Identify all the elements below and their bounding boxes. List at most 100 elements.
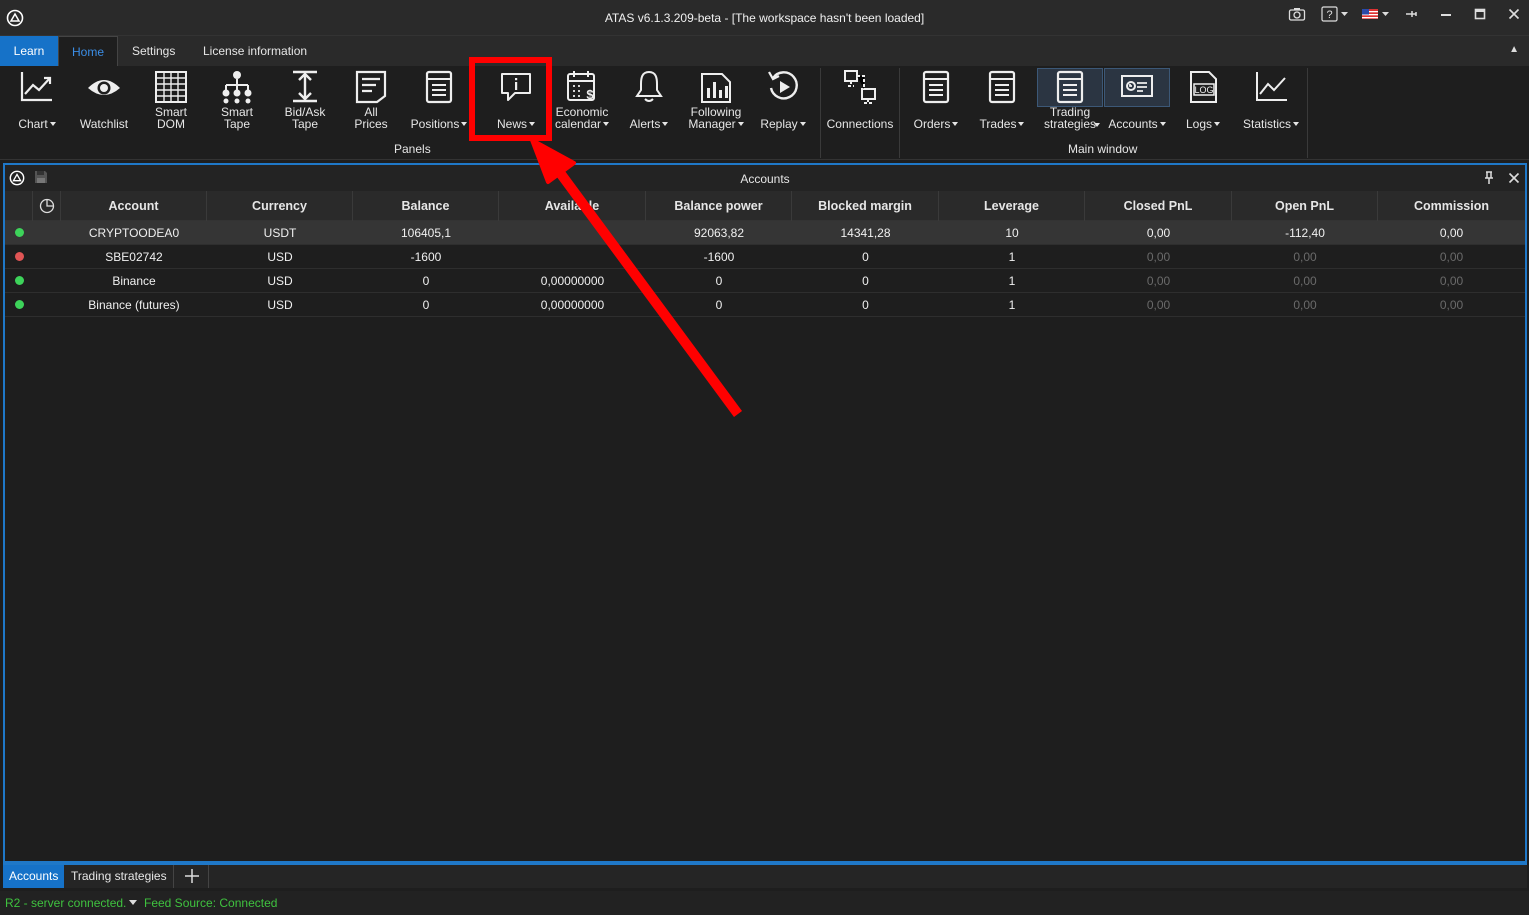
column-header-available[interactable]: Available (499, 191, 646, 221)
cell-commission: 0,00 (1439, 250, 1464, 264)
cell-account: Binance (futures) (88, 298, 180, 312)
log-icon-text: LOG (1194, 85, 1213, 95)
column-header-commission[interactable]: Commission (1378, 191, 1525, 221)
cell-account: Binance (112, 274, 156, 288)
orders-button[interactable]: Orders (908, 68, 964, 136)
strategies-list-icon (1056, 70, 1084, 104)
column-header-currency[interactable]: Currency (207, 191, 353, 221)
logs-button[interactable]: LOG Logs (1178, 68, 1228, 136)
trades-button[interactable]: Trades (974, 68, 1030, 136)
watchlist-label: Watchlist (79, 117, 129, 131)
column-header-account[interactable]: Account (61, 191, 207, 221)
table-row[interactable]: CRYPTOODEA0 USDT 106405,1 92063,82 14341,28 1… (5, 221, 1525, 245)
cell-closed-pnl: 0,00 (1146, 298, 1171, 312)
economic-calendar-button[interactable]: $ Economic calendar (548, 68, 616, 136)
cell-commission: 0,00 (1439, 226, 1464, 240)
bar-chart-document-icon (701, 73, 731, 103)
bid-ask-tape-button[interactable]: Bid/Ask Tape (278, 68, 332, 136)
cell-balance-power: 0 (715, 298, 723, 312)
cell-balance: 106405,1 (400, 226, 452, 240)
cell-balance-power: 0 (715, 274, 723, 288)
ribbon: Chart Watchlist Smart DOM Smart Tape Bid… (0, 66, 1529, 160)
all-prices-button[interactable]: All Prices (346, 68, 396, 136)
id-card-icon (1121, 75, 1153, 97)
accounts-table: Account Currency Balance Available Balan… (5, 191, 1525, 317)
strategies-dropdown-icon[interactable] (1092, 118, 1100, 132)
column-settings-icon[interactable] (33, 191, 61, 221)
chart-label: Chart (8, 118, 66, 130)
tab-accounts[interactable]: Accounts (3, 865, 65, 888)
server-status: R2 - server connected. (5, 896, 127, 910)
column-header-open-pnl[interactable]: Open PnL (1232, 191, 1378, 221)
table-body: CRYPTOODEA0 USDT 106405,1 92063,82 14341,28 1… (5, 221, 1525, 317)
column-header-balance-power[interactable]: Balance power (646, 191, 792, 221)
ribbon-separator (820, 68, 821, 158)
cell-blocked-margin: 0 (862, 274, 869, 288)
replay-button[interactable]: Replay (756, 68, 810, 136)
cell-currency: USD (267, 298, 293, 312)
column-header-closed-pnl[interactable]: Closed PnL (1085, 191, 1232, 221)
table-row[interactable]: Binance (futures) USD 0 0,00000000 0 0 1 0,00 0,… (5, 293, 1525, 317)
tab-settings[interactable]: Settings (120, 36, 187, 66)
connection-status-dot (14, 228, 24, 237)
close-icon[interactable] (1506, 6, 1522, 28)
connections-button[interactable]: Connections (824, 68, 896, 136)
chart-button[interactable]: Chart (8, 68, 66, 136)
tab-trading-strategies[interactable]: Trading strategies (65, 865, 174, 888)
connection-status-dot (14, 252, 24, 261)
pin-icon[interactable] (1403, 6, 1419, 28)
tab-license-information[interactable]: License information (191, 36, 319, 66)
list-document-icon (425, 70, 453, 104)
help-icon[interactable]: ? (1320, 6, 1352, 28)
maximize-icon[interactable] (1472, 6, 1488, 28)
cell-open-pnl: 0,00 (1293, 250, 1317, 264)
calendar-dollar-icon: $ (567, 71, 595, 102)
table-row[interactable]: Binance USD 0 0,00000000 0 0 1 0,00 0,00 0,00 (5, 269, 1525, 293)
status-dropdown-icon[interactable] (128, 891, 138, 915)
cell-leverage: 1 (1008, 274, 1016, 288)
alerts-button[interactable]: Alerts (624, 68, 674, 136)
cell-leverage: 10 (1005, 226, 1019, 240)
cell-commission: 0,00 (1439, 298, 1464, 312)
cell-open-pnl: 0,00 (1293, 298, 1317, 312)
cell-blocked-margin: 14341,28 (840, 226, 891, 240)
tab-home[interactable]: Home (58, 36, 118, 66)
us-flag-icon[interactable] (1360, 6, 1392, 28)
close-panel-icon[interactable] (1508, 172, 1520, 184)
smart-dom-label-2: DOM (157, 117, 185, 131)
following-manager-button[interactable]: Following Manager (682, 68, 750, 136)
title-bar: ATAS v6.1.3.209-beta - [The workspace ha… (0, 0, 1529, 36)
smart-dom-button[interactable]: Smart DOM (146, 68, 196, 136)
status-column-header (5, 191, 33, 221)
collapse-ribbon-icon[interactable]: ▲ (1509, 44, 1519, 55)
column-header-leverage[interactable]: Leverage (939, 191, 1085, 221)
cell-available (499, 245, 646, 269)
accounts-button[interactable]: Accounts (1104, 68, 1170, 136)
table-row[interactable]: SBE02742 USD -1600 -1600 0 1 0,00 0,00 0,00 (5, 245, 1525, 269)
watchlist-button[interactable]: Watchlist (74, 68, 134, 136)
positions-button[interactable]: Positions (408, 68, 470, 136)
accounts-panel: Accounts Account Currency Balance Availa… (3, 163, 1527, 863)
column-header-balance[interactable]: Balance (353, 191, 499, 221)
screenshot-icon[interactable] (1287, 6, 1307, 28)
cell-available: 0,00000000 (540, 298, 605, 312)
feed-status: Feed Source: Connected (144, 896, 278, 910)
status-cell (5, 293, 33, 317)
connection-status-dot (14, 300, 24, 309)
pin-icon[interactable] (1483, 171, 1495, 185)
statistics-label: Statistics (1238, 118, 1304, 130)
status-cell (5, 269, 33, 293)
eye-icon (88, 80, 120, 95)
column-header-blocked-margin[interactable]: Blocked margin (792, 191, 939, 221)
cell-available (499, 221, 646, 245)
minimize-icon[interactable] (1438, 6, 1454, 28)
add-tab-icon[interactable] (175, 865, 209, 888)
statistics-chart-icon (1256, 72, 1287, 101)
cell-closed-pnl: 0,00 (1146, 226, 1171, 240)
chart-icon (20, 72, 52, 102)
tab-learn[interactable]: Learn (0, 36, 58, 66)
group-label-main-window: Main window (1068, 142, 1138, 156)
smart-tape-button[interactable]: Smart Tape (212, 68, 262, 136)
connections-label: Connections (826, 117, 894, 131)
statistics-button[interactable]: Statistics (1238, 68, 1304, 136)
